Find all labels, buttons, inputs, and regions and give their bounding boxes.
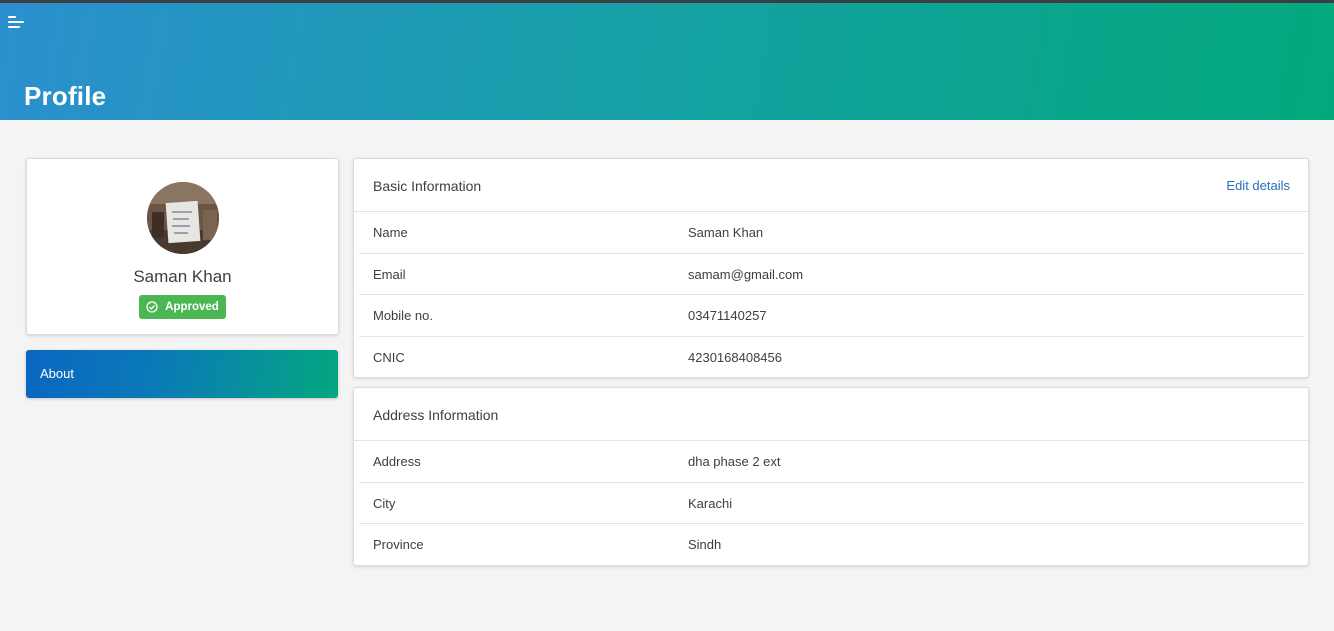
status-badge-label: Approved — [165, 301, 219, 313]
page-header: Profile — [0, 3, 1334, 120]
info-rows: Name Saman Khan Email samam@gmail.com Mo… — [359, 212, 1304, 378]
check-circle-icon — [146, 301, 158, 313]
field-value: dha phase 2 ext — [688, 454, 781, 469]
info-rows: Address dha phase 2 ext City Karachi Pro… — [359, 441, 1304, 566]
info-row-city: City Karachi — [359, 483, 1304, 524]
field-value: Sindh — [688, 537, 722, 552]
hamburger-menu-icon[interactable] — [8, 15, 26, 29]
field-label: Name — [373, 225, 408, 240]
field-value: Karachi — [688, 495, 733, 511]
field-label: Mobile no. — [373, 308, 433, 323]
status-badge: Approved — [139, 295, 226, 319]
field-label: Province — [373, 537, 424, 552]
field-label: Email — [373, 266, 406, 282]
profile-card: Saman Khan Approved — [26, 158, 339, 335]
info-row-email: Email samam@gmail.com — [359, 254, 1304, 295]
field-value: samam@gmail.com — [688, 266, 804, 282]
info-row-name: Name Saman Khan — [359, 212, 1304, 254]
address-information-card: Address Information Address dha phase 2 … — [353, 387, 1309, 566]
edit-details-link[interactable]: Edit details — [1226, 178, 1290, 193]
basic-information-card: Basic Information Edit details Name Sama… — [353, 158, 1309, 378]
field-label: City — [373, 495, 396, 511]
info-row-address: Address dha phase 2 ext — [359, 441, 1304, 483]
info-row-cnic: CNIC 4230168408456 — [359, 337, 1304, 379]
profile-name: Saman Khan — [133, 267, 232, 286]
field-label: Address — [373, 454, 421, 469]
sidebar-item-label: About — [40, 366, 74, 381]
card-title: Basic Information — [373, 178, 482, 194]
avatar[interactable] — [147, 182, 219, 254]
card-header: Basic Information Edit details — [354, 159, 1308, 212]
sidebar-item-about[interactable]: About — [26, 350, 338, 398]
field-label: CNIC — [373, 349, 405, 365]
info-row-mobile: Mobile no. 03471140257 — [359, 295, 1304, 337]
page-title: Profile — [24, 81, 107, 111]
card-title: Address Information — [373, 407, 499, 423]
avatar-photo-icon — [147, 182, 219, 254]
field-value: Saman Khan — [688, 225, 764, 240]
field-value: 4230168408456 — [688, 349, 782, 365]
info-row-province: Province Sindh — [359, 524, 1304, 566]
card-header: Address Information — [354, 388, 1308, 441]
field-value: 03471140257 — [688, 308, 767, 323]
